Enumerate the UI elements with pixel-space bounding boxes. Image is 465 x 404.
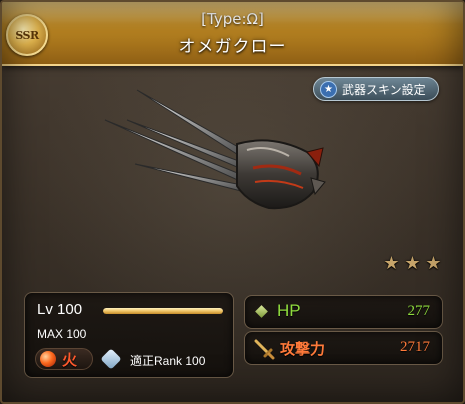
fire-orb-icon (40, 351, 56, 367)
uncap-star-icon: ★ (404, 253, 421, 274)
hp-diamond-icon (255, 305, 268, 318)
crystal-icon (100, 348, 122, 370)
weapon-header: SSR [Type:Ω] オメガクロー (2, 2, 463, 66)
attack-stat: 攻撃力 2717 (244, 331, 443, 365)
uncap-star-icon: ★ (425, 253, 442, 274)
hp-stat: HP 277 (244, 295, 443, 329)
element-badge: 火 (35, 348, 93, 370)
proficiency-rank-label: 適正Rank 100 (130, 354, 206, 368)
attack-value: 2717 (400, 339, 430, 355)
uncap-stars: ★ ★ ★ (382, 254, 443, 273)
element-label: 火 (62, 350, 78, 369)
weapon-detail-card: SSR [Type:Ω] オメガクロー ★ 武器スキン設定 ★ ★ ★ Lv 1… (0, 0, 465, 404)
hp-value: 277 (407, 303, 431, 319)
uncap-star-icon: ★ (383, 253, 400, 274)
claw-weapon-art (104, 89, 326, 210)
sword-icon (254, 339, 275, 360)
level-label: Lv 100 (37, 301, 83, 318)
max-level-label: MAX 100 (37, 327, 87, 341)
level-panel: Lv 100 MAX 100 火 適正Rank 100 (24, 292, 234, 378)
level-progress-bar (103, 308, 223, 314)
weapon-name: オメガクロー (178, 37, 287, 57)
level-progress-fill (103, 308, 223, 314)
hp-label: HP (277, 301, 301, 320)
weapon-type-label: [Type:Ω] (201, 10, 264, 28)
weapon-skin-settings-button[interactable]: ★ 武器スキン設定 (313, 77, 439, 101)
weapon-skin-settings-label: 武器スキン設定 (342, 82, 426, 97)
attack-label: 攻撃力 (280, 340, 326, 358)
